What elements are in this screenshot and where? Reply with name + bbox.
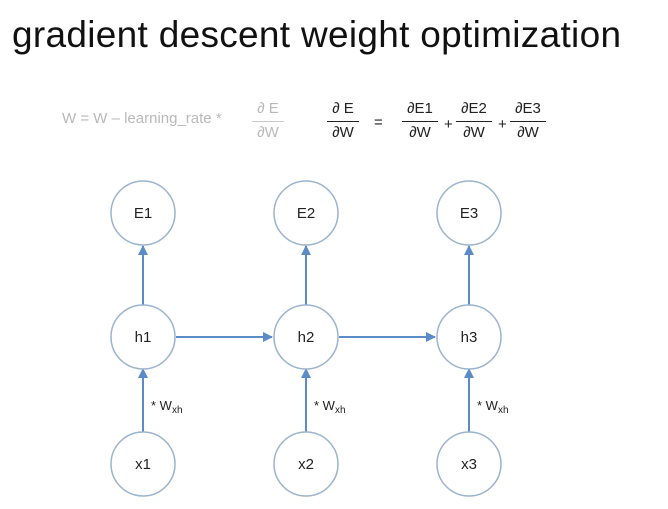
- rnn-unrolled-diagram: E1 E2 E3 h1 h2 h3 x1 x2 x3 * Wxh * Wxh *…: [110, 180, 509, 497]
- node-x1-label: x1: [135, 456, 151, 473]
- node-e1-label: E1: [134, 205, 152, 222]
- node-h3-label: h3: [461, 329, 478, 346]
- weight-label-3: * Wxh: [477, 398, 509, 416]
- weight-label-2: * Wxh: [314, 398, 346, 416]
- node-e3-label: E3: [460, 205, 478, 222]
- node-x2-label: x2: [298, 456, 314, 473]
- weight-label-1: * Wxh: [151, 398, 183, 416]
- node-h1-label: h1: [135, 329, 152, 346]
- node-h2-label: h2: [298, 329, 315, 346]
- node-e2-label: E2: [297, 205, 315, 222]
- node-x3-label: x3: [461, 456, 477, 473]
